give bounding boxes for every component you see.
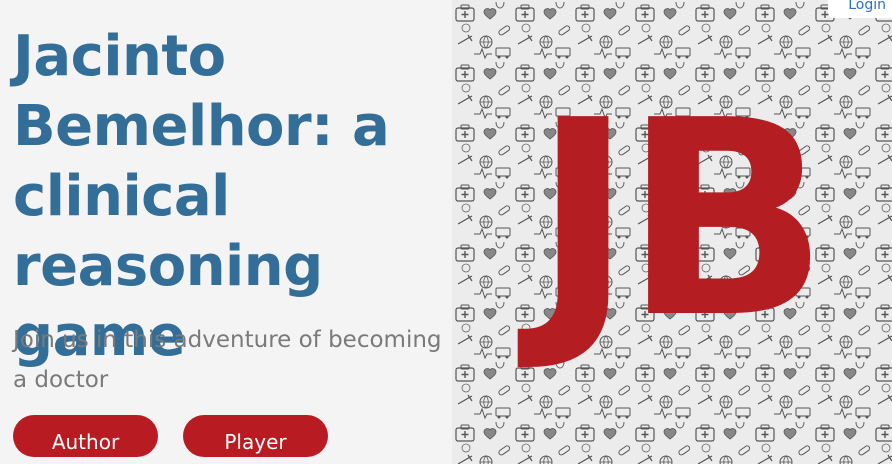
author-button[interactable]: Author	[13, 415, 158, 457]
hero-image: JB Login	[452, 0, 892, 464]
page-subtitle: Join us in this adventure of becoming a …	[13, 327, 442, 393]
intro-panel: Jacinto Bemelhor: a clinical reasoning g…	[0, 0, 452, 464]
player-button[interactable]: Player	[183, 415, 328, 457]
login-link[interactable]: Login	[828, 0, 892, 18]
jb-logo: JB	[532, 62, 829, 377]
